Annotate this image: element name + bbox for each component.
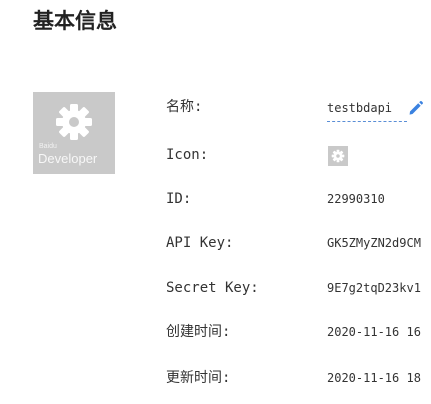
id-value: 22990310 xyxy=(327,192,385,206)
icon-label: Icon: xyxy=(166,147,209,163)
page-title: 基本信息 xyxy=(33,9,117,33)
app-icon-thumbnail xyxy=(328,146,348,166)
gear-icon xyxy=(331,149,345,163)
name-value[interactable]: testbdapi xyxy=(327,98,407,122)
created-time-label: 创建时间: xyxy=(166,324,231,340)
pencil-icon[interactable] xyxy=(407,100,424,117)
api-key-label: API Key: xyxy=(166,235,234,251)
id-label: ID: xyxy=(166,191,192,207)
created-time-value: 2020-11-16 16 xyxy=(327,325,421,339)
brand-big-text: Developer xyxy=(38,151,98,166)
secret-key-value: 9E7g2tqD23kv1 xyxy=(327,281,421,295)
name-field[interactable]: testbdapi xyxy=(327,98,431,124)
name-label: 名称: xyxy=(166,99,203,115)
gear-icon xyxy=(56,104,92,140)
secret-key-label: Secret Key: xyxy=(166,280,259,296)
updated-time-label: 更新时间: xyxy=(166,370,231,386)
app-icon-card: Baidu Developer xyxy=(33,92,115,174)
api-key-value: GK5ZMyZN2d9CM xyxy=(327,236,421,250)
updated-time-value: 2020-11-16 18 xyxy=(327,371,421,385)
brand-small-text: Baidu xyxy=(39,143,57,150)
